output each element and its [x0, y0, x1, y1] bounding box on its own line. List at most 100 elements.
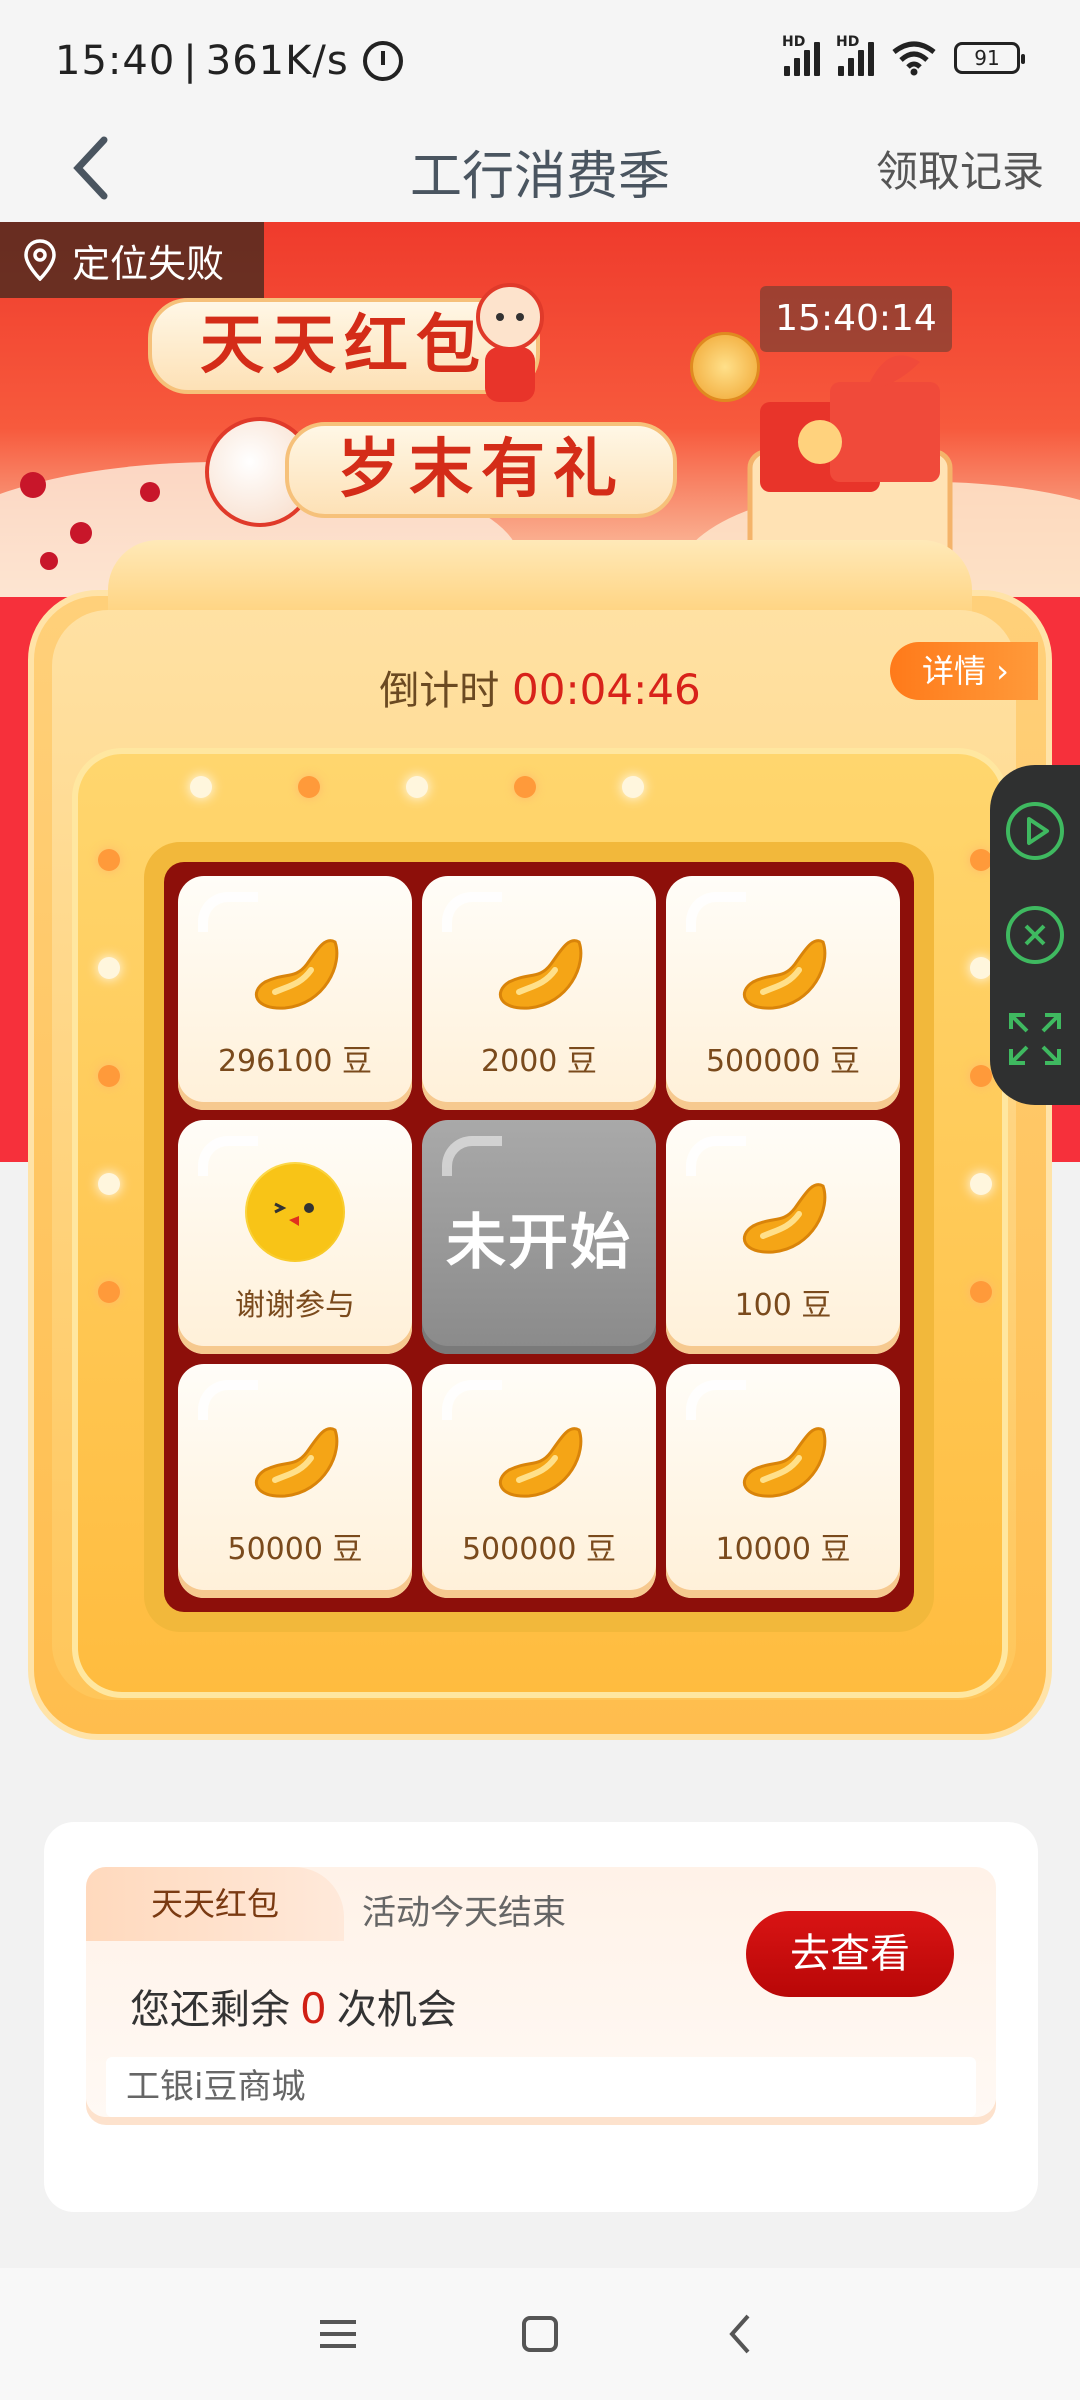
remain-suffix: 次机会	[336, 1987, 457, 2033]
light-dot	[514, 776, 536, 798]
prize-label: 500000 豆	[461, 1532, 617, 1567]
bean-icon	[742, 939, 827, 1010]
activity-card: 天天红包 活动今天结束 您还剩余 0 次机会 去查看 工银i豆商城	[44, 1822, 1038, 2212]
status-time: 15:40	[55, 38, 176, 84]
bean-icon	[742, 1183, 827, 1254]
prize-cell-7[interactable]: 50000 豆	[178, 1364, 412, 1598]
prize-label: 50000 豆	[227, 1532, 363, 1567]
cell-gloss	[442, 1136, 502, 1176]
location-pin-icon	[24, 239, 56, 281]
floating-control-bar	[990, 765, 1080, 1105]
bean-icon	[498, 939, 583, 1010]
location-badge[interactable]: 定位失败	[0, 222, 264, 298]
prize-label: 2000 豆	[481, 1044, 597, 1079]
alarm-icon	[362, 41, 403, 81]
cell-gloss	[686, 1380, 746, 1420]
machine-top	[108, 540, 972, 620]
close-icon[interactable]	[1003, 903, 1067, 967]
light-dot	[970, 957, 992, 979]
battery-icon: 91	[954, 42, 1025, 74]
cell-gloss	[442, 892, 502, 932]
light-dot	[98, 849, 120, 871]
countdown-value: 00:04:46	[512, 665, 701, 714]
hd-label-2: HD	[836, 34, 860, 50]
light-dot	[98, 1065, 120, 1087]
status-speed: 361K/s	[205, 38, 349, 84]
remain-count: 0	[300, 1984, 327, 2033]
light-dot	[970, 849, 992, 871]
status-bar: 15:40 | 361K/s HD HD 91	[0, 0, 1080, 120]
signal-icon: HD	[782, 34, 820, 76]
prize-label: 100 豆	[734, 1288, 832, 1323]
activity-tag: 天天红包	[86, 1867, 344, 1941]
prize-board: 296100 豆 2000 豆 500000 豆 谢谢参与 未开始 100 豆 …	[72, 748, 1008, 1698]
status-right: HD HD 91	[782, 34, 1025, 76]
lottery-machine: 倒计时 00:04:46 详情 › 296100 豆 2000 豆 500000…	[28, 540, 1052, 1740]
grid-frame: 296100 豆 2000 豆 500000 豆 谢谢参与 未开始 100 豆 …	[144, 842, 934, 1632]
prize-label: 谢谢参与	[235, 1288, 355, 1323]
prize-cell-8[interactable]: 500000 豆	[422, 1364, 656, 1598]
light-dot	[298, 776, 320, 798]
plum-blossom	[20, 472, 46, 498]
light-dot	[98, 1281, 120, 1303]
activity-end-note: 活动今天结束	[362, 1893, 566, 1933]
activity-inner-card: 天天红包 活动今天结束 您还剩余 0 次机会 去查看 工银i豆商城	[86, 1867, 996, 2117]
start-label: 未开始	[446, 1207, 632, 1278]
details-button[interactable]: 详情 ›	[890, 642, 1038, 700]
cell-gloss	[686, 892, 746, 932]
plum-blossom	[140, 482, 160, 502]
prize-cell-9[interactable]: 10000 豆	[666, 1364, 900, 1598]
countdown-label: 倒计时	[379, 668, 500, 714]
status-left: 15:40 | 361K/s	[55, 38, 403, 84]
banner-pill-year-end: 岁末有礼	[285, 422, 677, 518]
bean-icon	[254, 939, 339, 1010]
bean-icon	[254, 1427, 339, 1498]
light-dot	[970, 1173, 992, 1195]
cell-gloss	[198, 1136, 258, 1176]
light-dot	[970, 1065, 992, 1087]
signal-icon-2: HD	[836, 34, 874, 76]
light-dot	[406, 776, 428, 798]
cell-gloss	[442, 1380, 502, 1420]
wifi-icon	[892, 41, 936, 76]
claim-records-link[interactable]: 领取记录	[876, 138, 1044, 199]
light-dot	[98, 957, 120, 979]
prize-cell-4[interactable]: 谢谢参与	[178, 1120, 412, 1354]
expand-icon[interactable]	[1003, 1007, 1067, 1071]
bean-mall-link[interactable]: 工银i豆商城	[106, 2057, 976, 2117]
bean-icon	[498, 1427, 583, 1498]
cell-gloss	[198, 892, 258, 932]
nav-bar: 工行消费季 领取记录	[0, 120, 1080, 222]
remaining-chances: 您还剩余 0 次机会	[130, 1977, 457, 2035]
hd-label: HD	[782, 34, 806, 50]
remain-prefix: 您还剩余	[130, 1987, 290, 2033]
light-dot	[190, 776, 212, 798]
prize-cell-3[interactable]: 500000 豆	[666, 876, 900, 1110]
play-icon[interactable]	[1003, 799, 1067, 863]
view-button[interactable]: 去查看	[746, 1911, 954, 1997]
bean-icon	[742, 1427, 827, 1498]
menu-icon[interactable]	[312, 2308, 364, 2360]
light-dot	[98, 1173, 120, 1195]
prize-cell-6[interactable]: 100 豆	[666, 1120, 900, 1354]
light-dot	[622, 776, 644, 798]
system-nav-bar	[0, 2268, 1080, 2400]
cell-gloss	[686, 1136, 746, 1176]
prize-label: 10000 豆	[715, 1532, 851, 1567]
light-dot	[970, 1281, 992, 1303]
start-button[interactable]: 未开始	[422, 1120, 656, 1354]
location-text: 定位失败	[72, 241, 225, 286]
system-back-icon[interactable]	[716, 2308, 768, 2360]
kid-mascot-icon	[476, 283, 544, 402]
banner-clock: 15:40:14	[760, 286, 952, 352]
home-icon[interactable]	[514, 2308, 566, 2360]
prize-grid: 296100 豆 2000 豆 500000 豆 谢谢参与 未开始 100 豆 …	[164, 862, 914, 1612]
prize-label: 500000 豆	[705, 1044, 861, 1079]
prize-cell-1[interactable]: 296100 豆	[178, 876, 412, 1110]
cell-gloss	[198, 1380, 258, 1420]
chick-icon	[245, 1162, 345, 1262]
prize-cell-2[interactable]: 2000 豆	[422, 876, 656, 1110]
status-sep: |	[183, 38, 198, 84]
prize-label: 296100 豆	[217, 1044, 373, 1079]
gift-box-icon	[747, 355, 953, 570]
